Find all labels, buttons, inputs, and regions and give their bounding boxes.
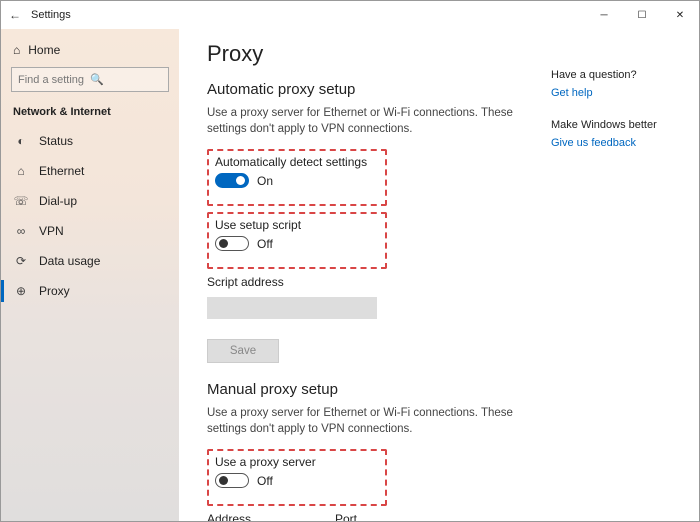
status-icon: ◐: [13, 134, 29, 148]
get-help-link[interactable]: Get help: [551, 87, 687, 99]
dialup-icon: ☏: [13, 194, 29, 208]
setup-script-state: Off: [257, 237, 273, 251]
callout-auto-detect: Automatically detect settings On: [207, 149, 387, 206]
home-icon: ⌂: [13, 43, 20, 57]
question-head: Have a question?: [551, 69, 687, 81]
home-nav[interactable]: ⌂ Home: [13, 43, 169, 57]
sidebar-item-proxy[interactable]: ⊕ Proxy: [11, 276, 169, 306]
address-label: Address: [207, 512, 317, 521]
proxy-icon: ⊕: [13, 284, 29, 298]
manual-desc: Use a proxy server for Ethernet or Wi-Fi…: [207, 406, 527, 437]
sidebar-item-dialup[interactable]: ☏ Dial-up: [11, 186, 169, 216]
setup-script-label: Use setup script: [215, 218, 379, 232]
setup-script-toggle[interactable]: [215, 236, 249, 251]
sidebar-item-label: Proxy: [39, 284, 70, 298]
save-button[interactable]: Save: [207, 339, 279, 363]
auto-detect-state: On: [257, 174, 273, 188]
ethernet-icon: ⌂: [13, 164, 29, 178]
feedback-head: Make Windows better: [551, 119, 687, 131]
sidebar-item-vpn[interactable]: ∞ VPN: [11, 216, 169, 246]
sidebar-item-ethernet[interactable]: ⌂ Ethernet: [11, 156, 169, 186]
auto-detect-label: Automatically detect settings: [215, 155, 379, 169]
sidebar: ⌂ Home Find a setting 🔍 Network & Intern…: [1, 29, 179, 521]
sidebar-item-label: Data usage: [39, 254, 100, 268]
script-address-label: Script address: [207, 275, 537, 289]
page-title: Proxy: [207, 41, 537, 67]
script-address-input[interactable]: [207, 297, 377, 319]
right-pane: Have a question? Get help Make Windows b…: [547, 29, 699, 521]
give-feedback-link[interactable]: Give us feedback: [551, 137, 687, 149]
search-icon: 🔍: [90, 73, 162, 86]
callout-use-proxy: Use a proxy server Off: [207, 449, 387, 506]
back-icon[interactable]: ←: [9, 8, 21, 22]
auto-desc: Use a proxy server for Ethernet or Wi-Fi…: [207, 106, 527, 137]
sidebar-item-label: VPN: [39, 224, 64, 238]
window-controls: ─ ☐ ✕: [585, 1, 699, 29]
sidebar-item-label: Status: [39, 134, 73, 148]
minimize-button[interactable]: ─: [585, 1, 623, 29]
callout-setup-script: Use setup script Off: [207, 212, 387, 269]
sidebar-item-status[interactable]: ◐ Status: [11, 126, 169, 156]
sidebar-item-data-usage[interactable]: ⟳ Data usage: [11, 246, 169, 276]
auto-detect-toggle[interactable]: [215, 173, 249, 188]
search-placeholder: Find a setting: [18, 74, 90, 86]
sidebar-item-label: Ethernet: [39, 164, 84, 178]
use-proxy-label: Use a proxy server: [215, 455, 379, 469]
search-input[interactable]: Find a setting 🔍: [11, 67, 169, 92]
titlebar: ← Settings ─ ☐ ✕: [1, 1, 699, 29]
port-label: Port: [335, 512, 405, 521]
home-label: Home: [28, 43, 60, 57]
sidebar-item-label: Dial-up: [39, 194, 77, 208]
manual-heading: Manual proxy setup: [207, 381, 537, 398]
category-label: Network & Internet: [13, 106, 169, 118]
use-proxy-toggle[interactable]: [215, 473, 249, 488]
main-content: Proxy Automatic proxy setup Use a proxy …: [179, 29, 547, 521]
app-title: Settings: [31, 9, 71, 21]
vpn-icon: ∞: [13, 224, 29, 238]
auto-heading: Automatic proxy setup: [207, 81, 537, 98]
maximize-button[interactable]: ☐: [623, 1, 661, 29]
data-usage-icon: ⟳: [13, 254, 29, 268]
close-button[interactable]: ✕: [661, 1, 699, 29]
use-proxy-state: Off: [257, 474, 273, 488]
